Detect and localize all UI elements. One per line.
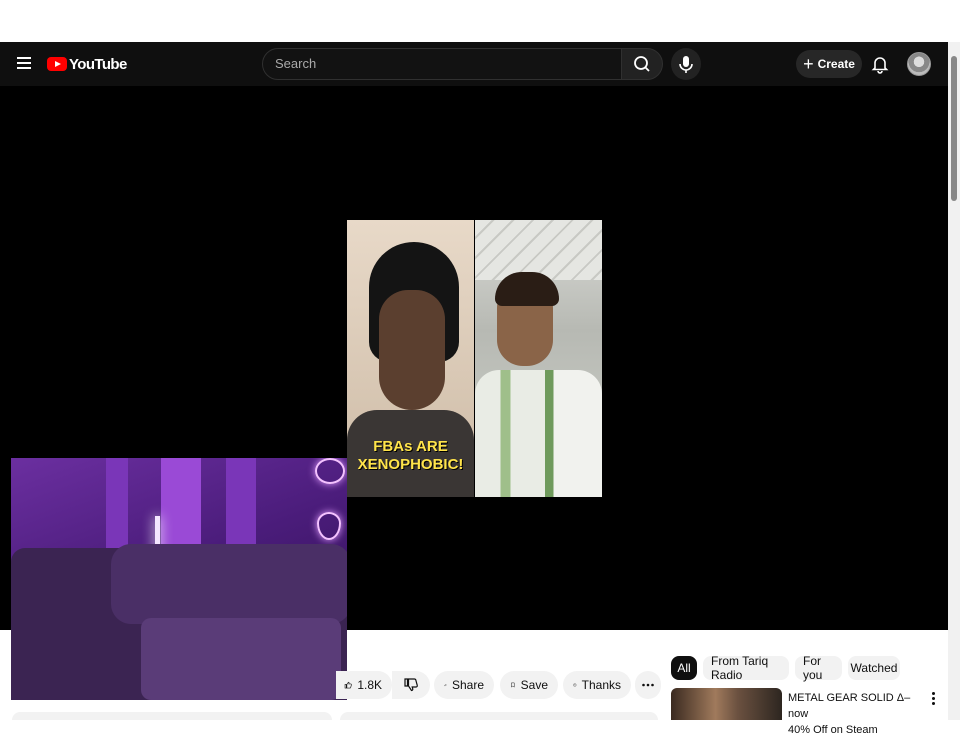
recommendation-title-line2: 40% Off on Steam bbox=[788, 724, 878, 736]
video-left-panel: FBAs ARE XENOPHOBIC! bbox=[347, 220, 474, 497]
thanks-button[interactable]: $ Thanks bbox=[563, 671, 631, 699]
video-caption-line2: XENOPHOBIC! bbox=[357, 456, 464, 473]
share-arrow-icon bbox=[444, 683, 447, 687]
webcam-overlay bbox=[11, 458, 347, 700]
video-person-shirt-right bbox=[475, 370, 602, 497]
browser-top-area bbox=[0, 0, 960, 42]
scrollbar-thumb[interactable] bbox=[951, 56, 957, 201]
recommendation-thumbnail[interactable] bbox=[671, 688, 782, 720]
logo-text: YouTube bbox=[69, 55, 127, 73]
like-button[interactable]: 1.8K bbox=[336, 671, 392, 699]
youtube-logo[interactable]: YouTube bbox=[47, 54, 127, 74]
recommendation-menu-icon[interactable] bbox=[926, 690, 940, 706]
neon-planet-sign bbox=[315, 458, 345, 484]
like-count: 1.8K bbox=[357, 678, 382, 692]
create-label: Create bbox=[817, 57, 855, 71]
chip-watched[interactable]: Watched bbox=[848, 656, 900, 680]
save-button[interactable]: Save bbox=[500, 671, 558, 699]
share-label: Share bbox=[451, 678, 484, 692]
bell-icon bbox=[871, 57, 889, 74]
hamburger-icon[interactable] bbox=[14, 54, 34, 74]
thumbs-up-icon bbox=[344, 681, 352, 689]
account-avatar[interactable] bbox=[907, 52, 931, 76]
thanks-label: Thanks bbox=[581, 678, 621, 692]
video-ceiling bbox=[475, 220, 602, 280]
more-actions-button[interactable] bbox=[635, 671, 661, 699]
search-icon bbox=[634, 56, 650, 72]
recommendation-title[interactable]: METAL GEAR SOLID Δ– now 40% Off on Steam bbox=[788, 690, 918, 738]
chip-from-channel[interactable]: From Tariq Radio bbox=[703, 654, 789, 682]
microphone-icon bbox=[679, 56, 693, 73]
neon-alien-sign bbox=[317, 512, 341, 540]
search-button[interactable] bbox=[621, 48, 663, 80]
recommendation-title-line1: METAL GEAR SOLID Δ– now bbox=[788, 692, 911, 720]
masthead: YouTube Search + Create bbox=[0, 42, 948, 86]
super-thanks-icon: $ bbox=[573, 683, 577, 687]
svg-text:$: $ bbox=[574, 685, 575, 687]
notifications-button[interactable] bbox=[868, 52, 892, 76]
voice-search-button[interactable] bbox=[671, 48, 701, 80]
video-caption-line1: FBAs ARE bbox=[373, 438, 448, 455]
save-label: Save bbox=[520, 678, 548, 692]
sofa-back bbox=[111, 544, 347, 624]
channel-row-placeholder bbox=[12, 712, 332, 720]
chip-all[interactable]: All bbox=[671, 656, 697, 680]
youtube-play-icon bbox=[47, 57, 67, 71]
video-person-face bbox=[379, 290, 445, 410]
plus-icon: + bbox=[803, 54, 814, 74]
bookmark-icon bbox=[511, 682, 515, 688]
video-frame: FBAs ARE XENOPHOBIC! bbox=[347, 220, 602, 497]
sofa-cushion bbox=[141, 618, 341, 700]
description-placeholder bbox=[340, 712, 658, 720]
chip-for-you[interactable]: For you bbox=[795, 654, 842, 682]
share-button[interactable]: Share bbox=[434, 671, 494, 699]
thumbs-down-icon bbox=[404, 678, 418, 692]
search-input[interactable]: Search bbox=[262, 48, 622, 80]
page-scrollbar[interactable] bbox=[948, 42, 960, 720]
more-horizontal-icon bbox=[642, 683, 654, 687]
video-caption: FBAs ARE XENOPHOBIC! bbox=[347, 438, 474, 474]
create-button[interactable]: + Create bbox=[796, 50, 862, 78]
video-right-panel bbox=[475, 220, 602, 497]
dislike-button[interactable] bbox=[392, 671, 430, 699]
